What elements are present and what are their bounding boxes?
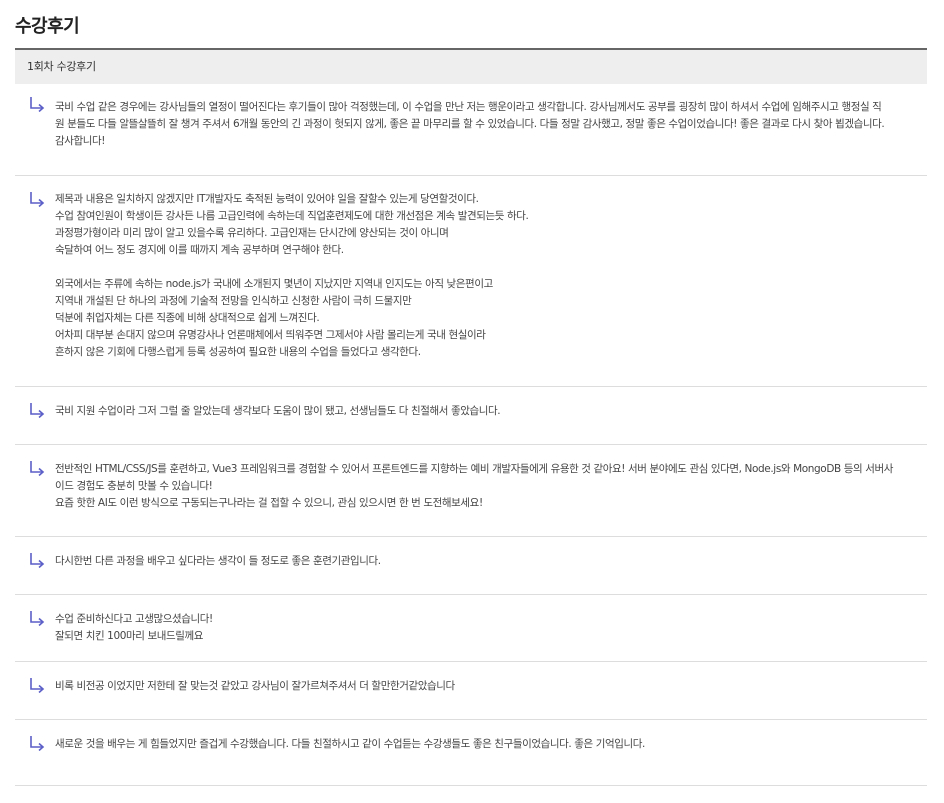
review-item: 새로운 것을 배우는 게 힘들었지만 즐겁게 수강했습니다. 다들 친절하시고 …	[15, 720, 927, 786]
reply-arrow-icon	[29, 96, 45, 113]
review-line: 원 분들도 다들 알뜰살뜰히 잘 챙겨 주셔서 6개월 동안의 긴 과정이 헛되…	[55, 118, 885, 130]
section-header: 1회차 수강후기	[15, 48, 927, 84]
review-line: 감사합니다!	[55, 135, 106, 147]
review-text: 다시한번 다른 과정을 배우고 싶다라는 생각이 들 정도로 좋은 훈련기관입니…	[55, 553, 913, 570]
review-text: 전반적인 HTML/CSS/JS를 훈련하고, Vue3 프레임워크를 경험할 …	[55, 461, 913, 512]
review-text: 비록 비전공 이었지만 저한테 잘 맞는것 같았고 강사님이 잘가르쳐주셔서 더…	[55, 678, 913, 695]
review-text: 새로운 것을 배우는 게 힘들었지만 즐겁게 수강했습니다. 다들 친절하시고 …	[55, 736, 913, 753]
reply-arrow-icon	[29, 677, 45, 694]
review-list: 국비 수업 같은 경우에는 강사님들의 열정이 떨어진다는 후기들이 많아 걱정…	[15, 84, 927, 786]
review-line: 외국에서는 주류에 속하는 node.js가 국내에 소개된지 몇년이 지났지만…	[55, 278, 493, 290]
review-line: 수업 준비하신다고 고생많으셨습니다!	[55, 613, 213, 625]
review-line: 제목과 내용은 일치하지 않겠지만 IT개발자도 축적된 능력이 있어야 일을 …	[55, 193, 479, 205]
review-item: 전반적인 HTML/CSS/JS를 훈련하고, Vue3 프레임워크를 경험할 …	[15, 445, 927, 537]
reply-arrow-icon	[29, 610, 45, 627]
review-item: 수업 준비하신다고 고생많으셨습니다! 잘되면 치킨 100마리 보내드릴께요	[15, 595, 927, 662]
review-line: 다시한번 다른 과정을 배우고 싶다라는 생각이 들 정도로 좋은 훈련기관입니…	[55, 555, 381, 567]
reply-arrow-icon	[29, 191, 45, 208]
review-text: 제목과 내용은 일치하지 않겠지만 IT개발자도 축적된 능력이 있어야 일을 …	[55, 191, 913, 361]
reply-arrow-icon	[29, 552, 45, 569]
review-line: 새로운 것을 배우는 게 힘들었지만 즐겁게 수강했습니다. 다들 친절하시고 …	[55, 738, 645, 750]
review-line: 지역내 개설된 단 하나의 과정에 기술적 전망을 인식하고 신청한 사람이 극…	[55, 295, 412, 307]
review-line: 수업 참여인원이 학생이든 강사든 나름 고급인력에 속하는데 직업훈련제도에 …	[55, 210, 529, 222]
review-item: 다시한번 다른 과정을 배우고 싶다라는 생각이 들 정도로 좋은 훈련기관입니…	[15, 537, 927, 595]
review-text: 국비 지원 수업이라 그저 그럴 줄 알았는데 생각보다 도움이 많이 됐고, …	[55, 403, 913, 420]
review-line: 국비 수업 같은 경우에는 강사님들의 열정이 떨어진다는 후기들이 많아 걱정…	[55, 101, 882, 113]
reply-arrow-icon	[29, 735, 45, 752]
page-title: 수강후기	[15, 16, 80, 37]
review-item: 제목과 내용은 일치하지 않겠지만 IT개발자도 축적된 능력이 있어야 일을 …	[15, 176, 927, 387]
review-line: 국비 지원 수업이라 그저 그럴 줄 알았는데 생각보다 도움이 많이 됐고, …	[55, 405, 501, 417]
review-item: 국비 수업 같은 경우에는 강사님들의 열정이 떨어진다는 후기들이 많아 걱정…	[15, 84, 927, 176]
reply-arrow-icon	[29, 402, 45, 419]
review-line: 비록 비전공 이었지만 저한테 잘 맞는것 같았고 강사님이 잘가르쳐주셔서 더…	[55, 680, 455, 692]
review-line: 덕분에 취업자체는 다른 직종에 비해 상대적으로 쉽게 느껴진다.	[55, 312, 320, 324]
review-text: 국비 수업 같은 경우에는 강사님들의 열정이 떨어진다는 후기들이 많아 걱정…	[55, 99, 913, 150]
review-line: 숙달하여 어느 정도 경지에 이를 때까지 계속 공부하며 연구해야 한다.	[55, 244, 344, 256]
review-text: 수업 준비하신다고 고생많으셨습니다! 잘되면 치킨 100마리 보내드릴께요	[55, 611, 913, 645]
reply-arrow-icon	[29, 460, 45, 477]
review-line: 어차피 대부분 손대지 않으며 유명강사나 언론매체에서 띄워주면 그제서야 사…	[55, 329, 486, 341]
review-line: 흔하지 않은 기회에 다행스럽게 등록 성공하여 필요한 내용의 수업을 들었다…	[55, 346, 421, 358]
page: 수강후기 1회차 수강후기 국비 수업 같은 경우에는 강사님들의 열정이 떨어…	[0, 0, 944, 803]
review-item: 국비 지원 수업이라 그저 그럴 줄 알았는데 생각보다 도움이 많이 됐고, …	[15, 387, 927, 445]
review-line: 요즘 핫한 AI도 이런 방식으로 구동되는구나라는 걸 접할 수 있으니, 관…	[55, 497, 483, 509]
review-item: 비록 비전공 이었지만 저한테 잘 맞는것 같았고 강사님이 잘가르쳐주셔서 더…	[15, 662, 927, 720]
review-line: 잘되면 치킨 100마리 보내드릴께요	[55, 630, 204, 642]
review-line: 과정평가형이라 미리 많이 알고 있을수록 유리하다. 고급인재는 단시간에 양…	[55, 227, 449, 239]
review-line: 전반적인 HTML/CSS/JS를 훈련하고, Vue3 프레임워크를 경험할 …	[55, 463, 893, 475]
review-line: 이드 경험도 충분히 맛볼 수 있습니다!	[55, 480, 213, 492]
